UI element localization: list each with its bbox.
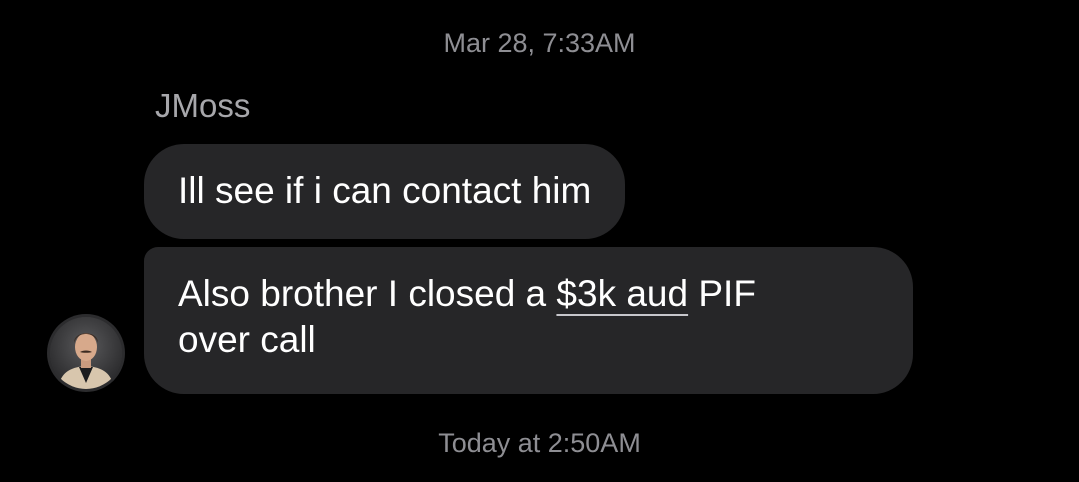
sender-name[interactable]: JMoss — [155, 86, 250, 126]
avatar[interactable] — [50, 317, 122, 389]
message-line: Also brother I closed a $3k aud PIF — [178, 271, 879, 317]
message-text: over call — [178, 319, 316, 360]
message-link[interactable]: $3k aud — [556, 273, 688, 314]
user-avatar-icon — [50, 317, 122, 389]
message-text: Also brother I closed a — [178, 273, 557, 314]
message-bubble[interactable]: Also brother I closed a $3k aud PIF over… — [144, 247, 913, 394]
message-bubble[interactable]: Ill see if i can contact him — [144, 144, 626, 239]
timestamp-top: Mar 28, 7:33AM — [443, 28, 636, 58]
message-text: Ill see if i can contact him — [178, 170, 592, 211]
message-text: PIF — [688, 273, 756, 314]
timestamp-bottom: Today at 2:50AM — [438, 428, 641, 458]
